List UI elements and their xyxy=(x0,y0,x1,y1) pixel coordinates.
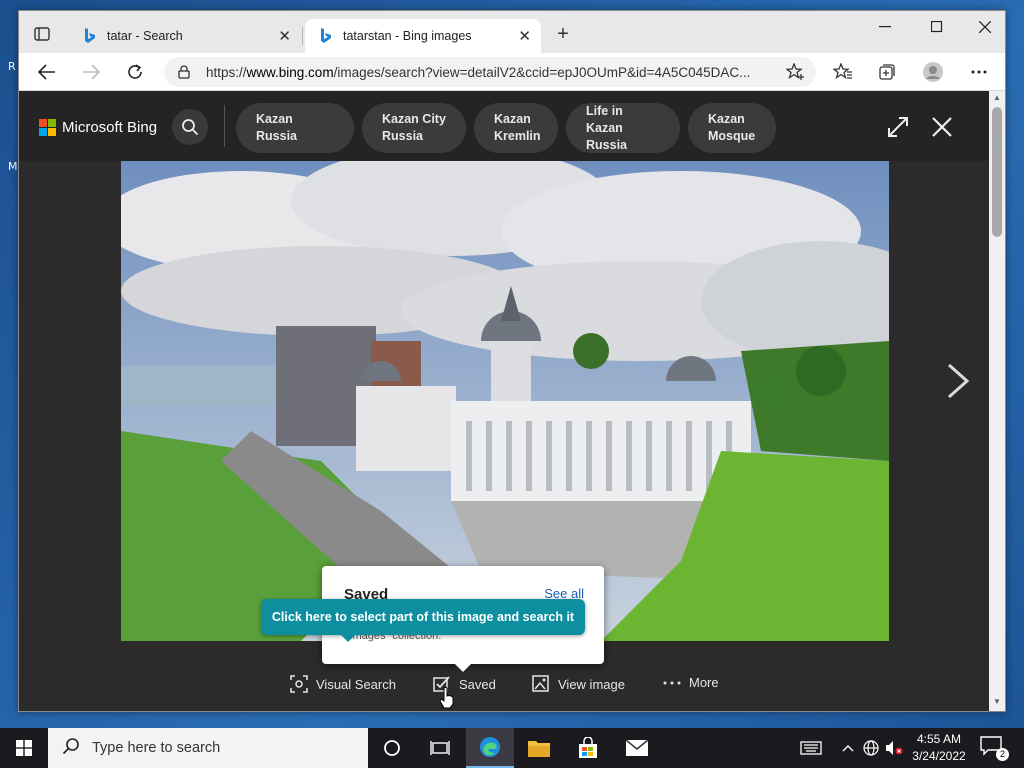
chip-label: Kazan xyxy=(494,112,531,126)
chip-label: Russia xyxy=(382,129,423,143)
task-view-icon[interactable] xyxy=(416,728,464,768)
microsoft-bing-logo[interactable]: Microsoft Bing xyxy=(39,119,157,136)
favorites-icon[interactable] xyxy=(831,61,855,83)
refresh-icon[interactable] xyxy=(123,61,147,83)
microsoft-logo-icon xyxy=(39,119,56,136)
edge-browser-icon[interactable] xyxy=(466,728,514,768)
tab-title: tatarstan - Bing images xyxy=(343,29,472,43)
new-tab-plus-icon[interactable]: + xyxy=(553,23,573,46)
input-keyboard-icon[interactable] xyxy=(796,728,826,768)
close-window-icon[interactable] xyxy=(965,15,1005,39)
address-bar[interactable]: https://www.bing.com/images/search?view=… xyxy=(164,57,816,87)
related-chip-kazan-city-russia[interactable]: Kazan City Russia xyxy=(362,103,466,153)
related-chip-life-in-kazan-russia[interactable]: Life in Kazan Russia xyxy=(566,103,680,153)
related-chip-kazan-russia[interactable]: Kazan Russia xyxy=(236,103,354,153)
image-action-bar: Visual Search Saved View image More xyxy=(19,671,991,709)
view-image-button[interactable]: View image xyxy=(532,675,625,693)
scroll-down-icon[interactable]: ▼ xyxy=(992,697,1002,707)
add-favorite-icon[interactable] xyxy=(785,62,806,86)
tab-divider xyxy=(302,27,303,45)
chip-label: Kazan City xyxy=(382,112,446,126)
clock-date: 3/24/2022 xyxy=(912,749,966,763)
chip-label: Russia xyxy=(586,137,627,152)
forward-arrow-icon xyxy=(79,61,103,83)
file-explorer-folder-icon[interactable] xyxy=(515,728,563,768)
visual-search-label: Visual Search xyxy=(316,676,396,692)
tab-tatar-search[interactable]: tatar - Search ✕ xyxy=(69,19,301,53)
network-globe-icon[interactable] xyxy=(860,728,882,768)
view-image-icon xyxy=(532,675,549,692)
taskbar-search-box[interactable]: Type here to search xyxy=(48,728,368,768)
bing-image-viewer: Microsoft Bing Kazan Russia Kazan City Ru… xyxy=(19,91,991,711)
back-arrow-icon[interactable] xyxy=(35,61,59,83)
header-divider xyxy=(224,105,225,147)
url-text[interactable]: https://www.bing.com/images/search?view=… xyxy=(206,65,776,80)
maximize-icon[interactable] xyxy=(917,15,957,39)
address-toolbar: https://www.bing.com/images/search?view=… xyxy=(19,53,1005,91)
saved-label: Saved xyxy=(459,676,496,692)
desktop-icon-label-fragment: M xyxy=(8,160,18,173)
hand-cursor-icon xyxy=(439,687,455,714)
expand-icon[interactable] xyxy=(884,113,912,141)
search-placeholder: Type here to search xyxy=(92,740,221,756)
tab-title: tatar - Search xyxy=(107,29,183,43)
notification-count-badge: 2 xyxy=(996,748,1009,761)
page-scrollbar[interactable]: ▲ ▼ xyxy=(989,91,1005,711)
search-icon xyxy=(62,737,80,760)
related-chip-kazan-kremlin[interactable]: Kazan Kremlin xyxy=(474,103,558,153)
more-menu-icon[interactable] xyxy=(967,61,991,83)
tab-close-icon[interactable]: ✕ xyxy=(518,27,531,45)
chip-label: Mosque xyxy=(708,129,756,143)
minimize-icon[interactable] xyxy=(865,15,905,39)
more-dots-icon xyxy=(663,681,681,684)
chip-label: Life in Kazan xyxy=(586,103,623,135)
tab-close-icon[interactable]: ✕ xyxy=(278,27,291,45)
collections-icon[interactable] xyxy=(875,61,899,83)
volume-muted-icon[interactable] xyxy=(884,728,904,768)
url-path: /images/search?view=detailV2&ccid=epJ0OU… xyxy=(333,65,751,80)
show-hidden-icons-chevron-icon[interactable] xyxy=(838,728,858,768)
visual-search-button[interactable]: Visual Search xyxy=(290,675,396,693)
desktop-icon-label-fragment: R xyxy=(8,60,16,73)
browser-window: tatar - Search ✕ tatarstan - Bing images… xyxy=(18,10,1006,712)
view-image-label: View image xyxy=(558,676,625,692)
cortana-circle-icon[interactable] xyxy=(368,728,416,768)
tab-bar: tatar - Search ✕ tatarstan - Bing images… xyxy=(19,11,1005,53)
start-windows-icon[interactable] xyxy=(0,728,48,768)
search-icon[interactable] xyxy=(172,109,208,145)
clock-time: 4:55 AM xyxy=(916,732,962,746)
url-protocol: https:// xyxy=(206,65,247,80)
more-label: More xyxy=(689,675,719,690)
visual-search-tooltip[interactable]: Click here to select part of this image … xyxy=(261,599,585,642)
tab-actions-icon[interactable] xyxy=(29,23,55,45)
chip-label: Kremlin xyxy=(494,129,541,143)
url-domain: www.bing.com xyxy=(246,65,334,80)
bing-favicon-icon xyxy=(83,28,97,44)
scroll-up-icon[interactable]: ▲ xyxy=(992,93,1002,103)
chip-label: Kazan xyxy=(708,112,745,126)
microsoft-store-bag-icon[interactable] xyxy=(564,728,612,768)
close-viewer-icon[interactable] xyxy=(928,113,956,141)
taskbar-clock[interactable]: 4:55 AM 3/24/2022 xyxy=(904,731,974,765)
bing-favicon-icon xyxy=(319,28,333,44)
chip-label: Kazan Russia xyxy=(256,112,297,143)
next-image-chevron-icon[interactable] xyxy=(945,361,971,406)
related-chip-kazan-mosque[interactable]: Kazan Mosque xyxy=(688,103,776,153)
windows-taskbar: Type here to search 4:55 AM 3/24/2022 2 xyxy=(0,728,1024,768)
logo-text: Microsoft Bing xyxy=(62,119,158,136)
bing-header: Microsoft Bing Kazan Russia Kazan City Ru… xyxy=(19,91,991,161)
more-button[interactable]: More xyxy=(663,675,719,690)
visual-search-icon xyxy=(290,675,308,693)
scrollbar-thumb[interactable] xyxy=(992,107,1002,237)
tab-tatarstan-bing-images[interactable]: tatarstan - Bing images ✕ xyxy=(305,19,541,53)
mail-envelope-icon[interactable] xyxy=(613,728,661,768)
profile-avatar-icon[interactable] xyxy=(921,61,945,83)
lock-icon[interactable] xyxy=(178,65,190,84)
